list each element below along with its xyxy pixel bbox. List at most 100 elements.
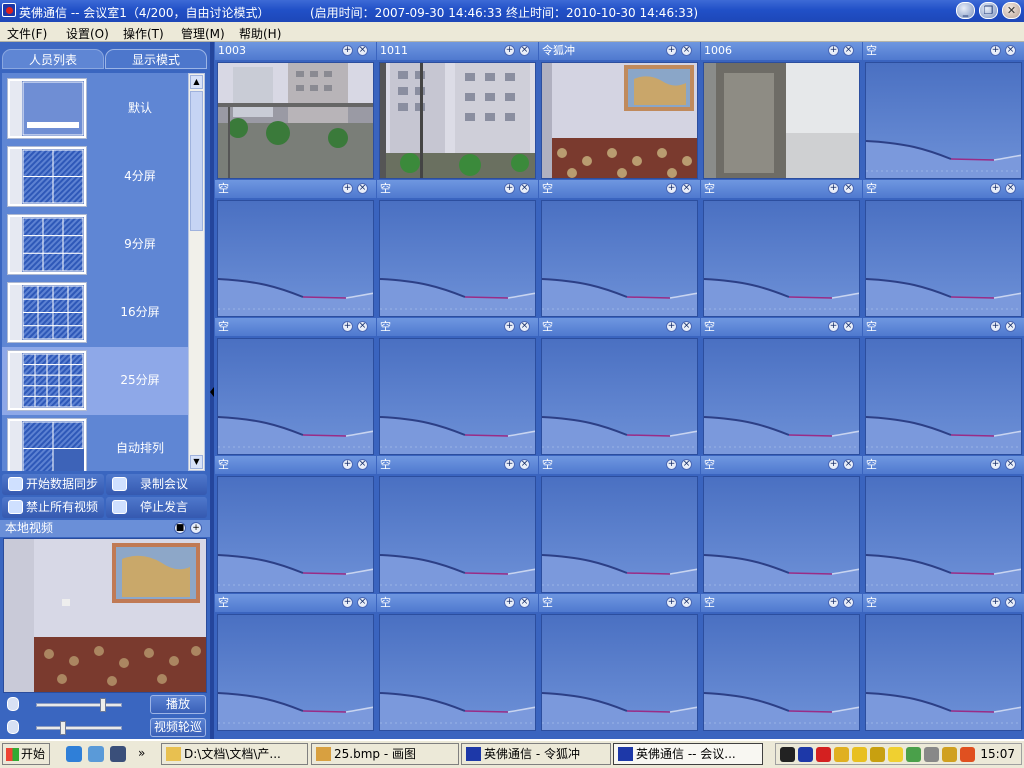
video-feed[interactable] — [703, 62, 860, 179]
add-icon[interactable]: + — [828, 45, 839, 56]
settings-icon[interactable] — [924, 747, 939, 762]
video-feed[interactable] — [379, 200, 536, 317]
display-mode-item[interactable]: 4分屏 — [2, 143, 188, 211]
video-cell[interactable]: 空 + × — [863, 42, 1024, 180]
video-feed[interactable] — [703, 614, 860, 731]
video-cell[interactable]: 空 + × — [863, 456, 1024, 594]
video-feed[interactable] — [379, 62, 536, 179]
close-button[interactable]: ✕ — [1002, 2, 1021, 19]
network-icon[interactable] — [906, 747, 921, 762]
close-icon[interactable]: × — [519, 597, 530, 608]
scroll-up-icon[interactable]: ▲ — [190, 75, 203, 89]
close-icon[interactable]: × — [681, 45, 692, 56]
video-feed[interactable] — [379, 476, 536, 593]
video-cell[interactable]: 空 + × — [701, 318, 862, 456]
video-cell[interactable]: 空 + × — [701, 180, 862, 318]
display-mode-item[interactable]: 25分屏 — [2, 347, 188, 415]
video-feed[interactable] — [865, 614, 1022, 731]
video-cell[interactable]: 1003 + × — [215, 42, 376, 180]
add-icon[interactable]: + — [666, 321, 677, 332]
record-meeting-button[interactable]: 录制会议 — [106, 474, 207, 495]
add-icon[interactable]: + — [342, 459, 353, 470]
close-icon[interactable]: × — [519, 321, 530, 332]
add-icon[interactable]: + — [990, 321, 1001, 332]
video-cell[interactable]: 空 + × — [377, 594, 538, 732]
video-cell[interactable]: 空 + × — [377, 318, 538, 456]
close-icon[interactable]: × — [843, 45, 854, 56]
video-feed[interactable] — [865, 62, 1022, 179]
mic-slider[interactable] — [36, 726, 122, 730]
close-icon[interactable]: × — [1005, 45, 1016, 56]
video-feed[interactable] — [541, 200, 698, 317]
close-icon[interactable]: × — [843, 183, 854, 194]
close-icon[interactable]: × — [357, 597, 368, 608]
v-icon[interactable] — [870, 747, 885, 762]
menu-help[interactable]: 帮助(H) — [239, 25, 281, 42]
add-icon[interactable]: + — [504, 597, 515, 608]
play-button[interactable]: 播放 — [150, 695, 206, 714]
display-mode-item[interactable]: 9分屏 — [2, 211, 188, 279]
add-icon[interactable]: + — [666, 597, 677, 608]
close-icon[interactable]: × — [357, 321, 368, 332]
volume-icon[interactable] — [960, 747, 975, 762]
mode-list-scrollbar[interactable]: ▲ ▼ — [188, 73, 205, 471]
add-icon[interactable]: + — [342, 597, 353, 608]
local-video[interactable] — [3, 538, 207, 693]
stop-speaking-button[interactable]: 停止发言 — [106, 497, 207, 518]
video-feed[interactable] — [379, 338, 536, 455]
close-icon[interactable]: × — [1005, 183, 1016, 194]
add-icon[interactable]: + — [990, 183, 1001, 194]
close-icon[interactable]: × — [681, 321, 692, 332]
add-icon[interactable]: + — [828, 183, 839, 194]
video-cell[interactable]: 空 + × — [539, 180, 700, 318]
close-icon[interactable]: × — [357, 459, 368, 470]
shield-icon[interactable] — [834, 747, 849, 762]
add-icon[interactable]: + — [504, 459, 515, 470]
qq-icon[interactable] — [888, 747, 903, 762]
add-icon[interactable]: + — [504, 321, 515, 332]
start-data-sync-button[interactable]: 开始数据同步 — [2, 474, 104, 495]
local-video-add-icon[interactable]: + — [190, 522, 202, 534]
display-mode-item[interactable]: 自动排列 — [2, 415, 188, 471]
show-desktop-icon[interactable] — [88, 746, 104, 762]
display-mode-item[interactable]: 16分屏 — [2, 279, 188, 347]
add-icon[interactable]: + — [504, 183, 515, 194]
close-icon[interactable]: × — [519, 45, 530, 56]
media-player-icon[interactable] — [110, 746, 126, 762]
video-feed[interactable] — [865, 476, 1022, 593]
video-feed[interactable] — [865, 338, 1022, 455]
video-cell[interactable]: 空 + × — [377, 180, 538, 318]
video-cell[interactable]: 空 + × — [539, 594, 700, 732]
close-icon[interactable]: × — [681, 597, 692, 608]
taskbar-task[interactable]: 英佛通信 -- 会议... — [613, 743, 763, 765]
start-button[interactable]: 开始 — [2, 743, 50, 765]
close-icon[interactable]: × — [519, 183, 530, 194]
close-icon[interactable]: × — [843, 321, 854, 332]
display-mode-item[interactable]: 默认 — [2, 75, 188, 143]
close-icon[interactable]: × — [681, 459, 692, 470]
video-feed[interactable] — [217, 200, 374, 317]
add-icon[interactable]: + — [342, 321, 353, 332]
close-icon[interactable]: × — [519, 459, 530, 470]
add-icon[interactable]: + — [990, 459, 1001, 470]
add-icon[interactable]: + — [342, 45, 353, 56]
add-icon[interactable]: + — [828, 459, 839, 470]
video-cell[interactable]: 1006 + × — [701, 42, 862, 180]
video-cell[interactable]: 空 + × — [863, 318, 1024, 456]
add-icon[interactable]: + — [828, 597, 839, 608]
video-cell[interactable]: 空 + × — [377, 456, 538, 594]
close-icon[interactable]: × — [843, 459, 854, 470]
app-tray-icon[interactable] — [798, 747, 813, 762]
add-icon[interactable]: + — [666, 183, 677, 194]
video-feed[interactable] — [541, 476, 698, 593]
video-cell[interactable]: 空 + × — [215, 318, 376, 456]
close-icon[interactable]: × — [843, 597, 854, 608]
video-cell[interactable]: 空 + × — [215, 456, 376, 594]
video-feed[interactable] — [217, 614, 374, 731]
video-cell[interactable]: 令狐冲 + × — [539, 42, 700, 180]
add-icon[interactable]: + — [990, 597, 1001, 608]
video-feed[interactable] — [541, 338, 698, 455]
video-feed[interactable] — [217, 476, 374, 593]
add-icon[interactable]: + — [342, 183, 353, 194]
disable-all-video-button[interactable]: 禁止所有视频 — [2, 497, 104, 518]
